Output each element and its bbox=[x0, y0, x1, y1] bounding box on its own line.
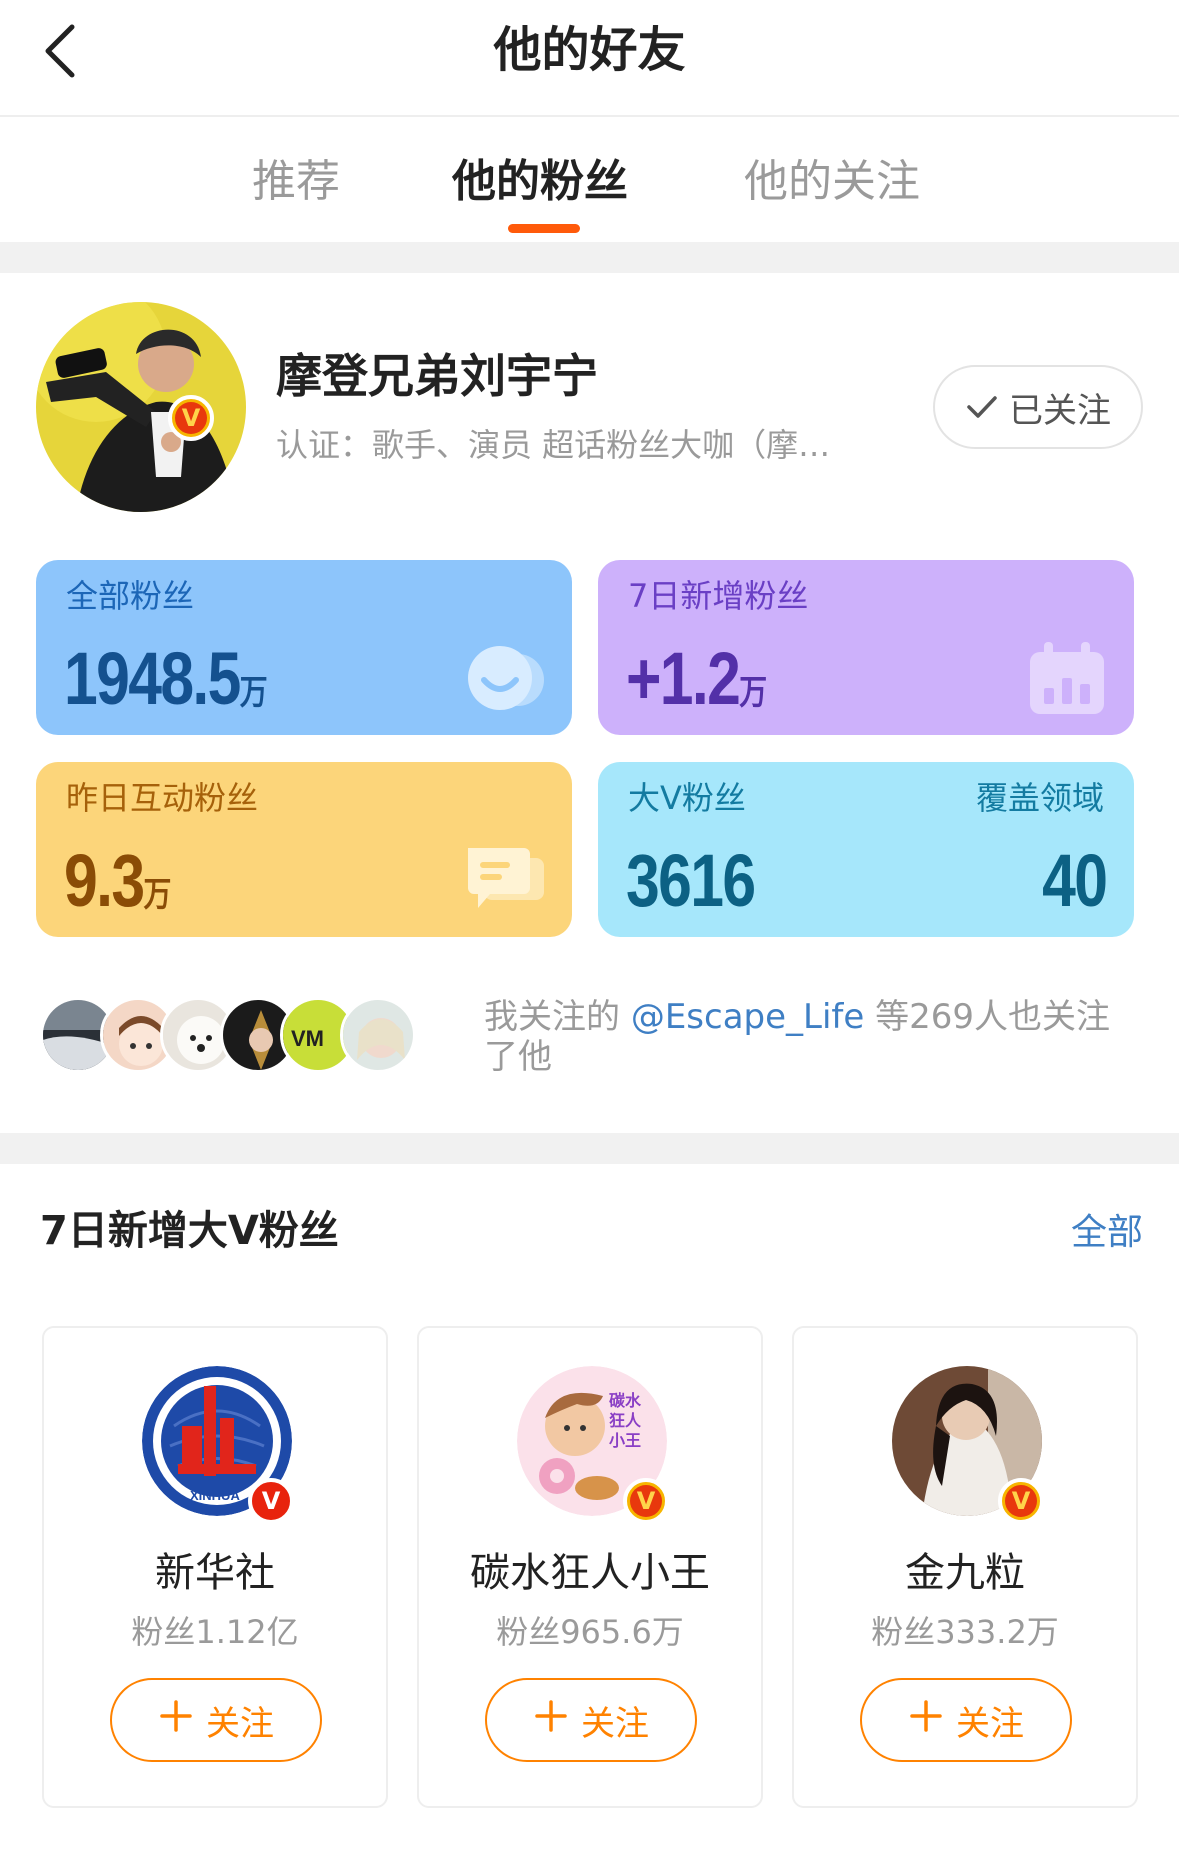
verified-v-icon: V bbox=[168, 395, 214, 441]
tab-his-fans[interactable]: 他的粉丝 bbox=[452, 152, 628, 212]
bigv-fan-name: 碳水狂人小王 bbox=[470, 1550, 710, 1596]
coverage-field-label: 覆盖领域 bbox=[975, 779, 1104, 817]
verified-v-icon: V bbox=[248, 1478, 294, 1524]
plus-icon bbox=[158, 1698, 194, 1742]
chat-bubble-icon bbox=[462, 842, 548, 920]
all-fans-value: 1948.5万 bbox=[64, 637, 268, 720]
new-fans-card[interactable]: 7日新增粉丝 +1.2万 bbox=[598, 560, 1134, 735]
bigv-fan-card[interactable]: 碳水 狂人 小王 V 碳水狂人小王 粉丝965.6万 关注 bbox=[417, 1326, 763, 1808]
tab-his-following[interactable]: 他的关注 bbox=[744, 152, 920, 212]
svg-text:VM: VM bbox=[291, 1026, 324, 1051]
active-tab-indicator bbox=[508, 224, 580, 233]
all-fans-card[interactable]: 全部粉丝 1948.5万 bbox=[36, 560, 572, 735]
section-title: 7日新增大V粉丝 bbox=[40, 1208, 339, 1254]
coverage-field-value: 40 bbox=[1041, 839, 1108, 922]
followed-button[interactable]: 已关注 bbox=[933, 365, 1143, 449]
bigv-fans-card[interactable]: 大V粉丝 覆盖领域 3616 40 bbox=[598, 762, 1134, 937]
svg-text:小王: 小王 bbox=[609, 1431, 641, 1450]
page-title: 他的好友 bbox=[493, 22, 686, 78]
mutual-avatar bbox=[340, 997, 416, 1073]
verified-v-icon: V bbox=[998, 1478, 1044, 1524]
followed-label: 已关注 bbox=[1009, 390, 1111, 431]
interaction-fans-value: 9.3万 bbox=[64, 839, 172, 922]
bigv-fan-name: 金九粒 bbox=[905, 1550, 1025, 1596]
tab-recommend[interactable]: 推荐 bbox=[252, 152, 340, 212]
bigv-fan-card[interactable]: V 金九粒 粉丝333.2万 关注 bbox=[792, 1326, 1138, 1808]
follow-button[interactable]: 关注 bbox=[485, 1678, 697, 1762]
calendar-chart-icon bbox=[1024, 640, 1110, 718]
bigv-fan-count: 粉丝333.2万 bbox=[871, 1613, 1059, 1651]
bigv-fan-name: 新华社 bbox=[155, 1550, 275, 1596]
bigv-fans-value: 3616 bbox=[626, 839, 756, 922]
section-divider bbox=[0, 1133, 1179, 1164]
user-name: 摩登兄弟刘宇宁 bbox=[276, 349, 598, 403]
new-fans-label: 7日新增粉丝 bbox=[628, 577, 809, 615]
all-fans-label: 全部粉丝 bbox=[66, 577, 195, 615]
interaction-fans-card[interactable]: 昨日互动粉丝 9.3万 bbox=[36, 762, 572, 937]
bigv-fans-label: 大V粉丝 bbox=[628, 779, 746, 817]
user-certification: 认证：歌手、演员 超话粉丝大咖（摩… bbox=[276, 426, 831, 464]
check-icon bbox=[965, 393, 999, 421]
svg-text:XINHUA: XINHUA bbox=[190, 1488, 240, 1503]
follow-button[interactable]: 关注 bbox=[860, 1678, 1072, 1762]
bigv-fan-count: 粉丝965.6万 bbox=[496, 1613, 684, 1651]
mutual-followers-text: 我关注的 @Escape_Life 等269人也关注了他 bbox=[484, 997, 1111, 1077]
new-bigv-fans-section: 7日新增大V粉丝 全部 XINHUA V 新华社 粉丝1.12亿 关注 碳水 狂… bbox=[0, 1164, 1179, 1865]
fans-face-icon bbox=[462, 640, 548, 718]
svg-text:碳水: 碳水 bbox=[609, 1391, 642, 1410]
follow-button[interactable]: 关注 bbox=[110, 1678, 322, 1762]
bigv-fan-card[interactable]: XINHUA V 新华社 粉丝1.12亿 关注 bbox=[42, 1326, 388, 1808]
bigv-fan-count: 粉丝1.12亿 bbox=[131, 1613, 299, 1651]
plus-icon bbox=[908, 1698, 944, 1742]
top-nav-bar: 他的好友 bbox=[0, 0, 1179, 117]
tab-bar: 推荐 他的粉丝 他的关注 bbox=[0, 118, 1179, 242]
svg-text:狂人: 狂人 bbox=[609, 1411, 642, 1430]
section-divider bbox=[0, 242, 1179, 273]
profile-panel: V 摩登兄弟刘宇宁 认证：歌手、演员 超话粉丝大咖（摩… 已关注 全部粉丝 19… bbox=[0, 273, 1179, 1133]
view-all-link[interactable]: 全部 bbox=[1071, 1208, 1143, 1258]
plus-icon bbox=[533, 1698, 569, 1742]
user-avatar[interactable] bbox=[36, 302, 246, 512]
new-fans-value: +1.2万 bbox=[626, 637, 768, 720]
interaction-fans-label: 昨日互动粉丝 bbox=[66, 779, 259, 817]
mutual-user-link[interactable]: @Escape_Life bbox=[631, 997, 865, 1037]
mutual-followers-row[interactable]: VM 我关注的 @Escape_Life 等269人也关注了他 bbox=[40, 997, 1150, 1077]
verified-v-icon: V bbox=[623, 1478, 669, 1524]
